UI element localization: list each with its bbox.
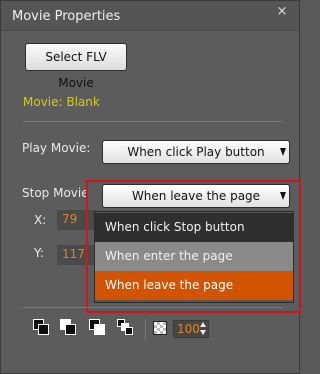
toolbar-separator [145, 319, 146, 339]
chevron-up-icon[interactable] [200, 322, 206, 327]
chevron-down-icon[interactable] [200, 330, 206, 335]
bring-forward-icon[interactable] [33, 319, 51, 337]
stop-movie-label: Stop Movie [22, 186, 89, 200]
chevron-down-icon [280, 148, 286, 156]
opacity-input[interactable]: 100 [173, 320, 209, 338]
y-label: Y: [34, 246, 44, 260]
play-movie-select[interactable]: When click Play button [102, 140, 290, 164]
bring-to-front-icon[interactable] [89, 319, 107, 337]
highlight-frame [86, 180, 301, 313]
section-divider [23, 121, 283, 122]
play-movie-label: Play Movie: [22, 141, 91, 155]
play-movie-value: When click Play button [127, 145, 265, 159]
opacity-spinner[interactable] [200, 322, 206, 336]
x-label: X: [34, 213, 47, 227]
movie-properties-panel: Movie Properties × Select FLV Movie Movi… [0, 0, 301, 374]
movie-status-label: Movie: Blank [23, 95, 100, 109]
send-backward-icon[interactable] [60, 319, 78, 337]
opacity-value: 100 [177, 322, 200, 336]
panel-title: Movie Properties [12, 9, 121, 24]
select-flv-movie-button[interactable]: Select FLV Movie [25, 43, 127, 90]
close-icon[interactable]: × [275, 5, 289, 19]
title-bar: Movie Properties × [1, 1, 299, 31]
send-to-back-icon[interactable] [117, 319, 135, 337]
section-divider [23, 307, 283, 308]
opacity-checker-icon [153, 321, 167, 335]
